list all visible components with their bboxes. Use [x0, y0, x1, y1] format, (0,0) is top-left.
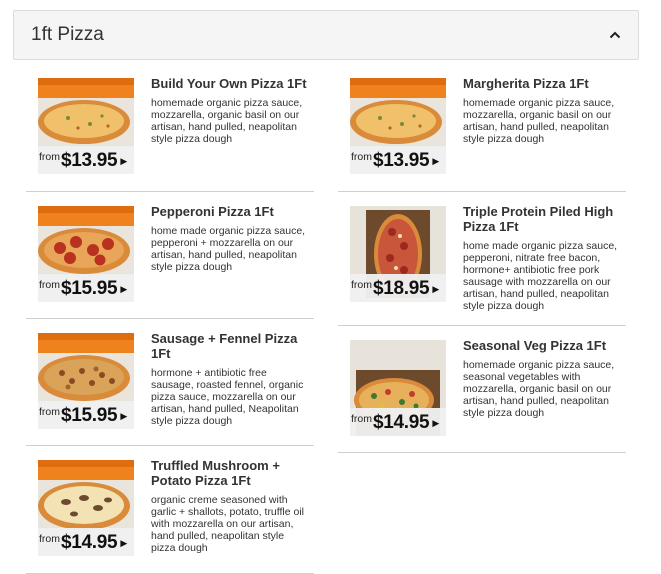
menu-column-left: from $13.95 ▶ Build Your Own Pizza 1Ft h…	[26, 64, 314, 574]
caret-right-icon: ▶	[432, 156, 440, 166]
caret-right-icon: ▶	[432, 284, 440, 294]
menu-item-name[interactable]: Triple Protein Piled High Pizza 1Ft	[463, 204, 623, 234]
menu-item-name[interactable]: Build Your Own Pizza 1Ft	[151, 76, 311, 91]
menu-item-info: Build Your Own Pizza 1Ft homemade organi…	[151, 76, 311, 145]
menu-item-description: homemade organic pizza sauce, mozzarella…	[463, 97, 615, 145]
price-value: $14.95	[373, 412, 430, 433]
menu-item-description: organic creme seasoned with garlic + sha…	[151, 494, 305, 554]
price-value: $15.95	[61, 405, 118, 426]
menu-item-name[interactable]: Seasonal Veg Pizza 1Ft	[463, 338, 623, 353]
chevron-up-icon[interactable]	[608, 28, 622, 42]
price-from-label: from	[351, 412, 372, 425]
price-value: $13.95	[373, 150, 430, 171]
menu-item-pepperoni-pizza-1ft[interactable]: from $15.95 ▶ Pepperoni Pizza 1Ft home m…	[26, 192, 314, 319]
menu-item-build-your-own-pizza-1ft[interactable]: from $13.95 ▶ Build Your Own Pizza 1Ft h…	[26, 64, 314, 192]
section-title: 1ft Pizza	[31, 24, 104, 45]
menu-item-name[interactable]: Truffled Mushroom + Potato Pizza 1Ft	[151, 458, 311, 488]
menu-item-description: home made organic pizza sauce, pepperoni…	[463, 240, 618, 312]
menu-item-seasonal-veg-pizza-1ft[interactable]: from $14.95 ▶ Seasonal Veg Pizza 1Ft hom…	[338, 326, 626, 453]
menu-item-margherita-pizza-1ft[interactable]: from $13.95 ▶ Margherita Pizza 1Ft homem…	[338, 64, 626, 192]
price-value: $18.95	[373, 278, 430, 299]
section-header-1ft-pizza[interactable]: 1ft Pizza	[13, 10, 639, 60]
menu-item-info: Triple Protein Piled High Pizza 1Ft home…	[463, 204, 623, 312]
price-from-label: from	[351, 278, 372, 291]
menu-item-info: Seasonal Veg Pizza 1Ft homemade organic …	[463, 338, 623, 419]
menu-item-info: Truffled Mushroom + Potato Pizza 1Ft org…	[151, 458, 311, 554]
menu-item-sausage-fennel-pizza-1ft[interactable]: from $15.95 ▶ Sausage + Fennel Pizza 1Ft…	[26, 319, 314, 446]
price-tag[interactable]: from $14.95 ▶	[38, 528, 134, 556]
price-tag[interactable]: from $13.95 ▶	[38, 146, 134, 174]
price-value: $13.95	[61, 150, 118, 171]
menu-item-name[interactable]: Margherita Pizza 1Ft	[463, 76, 623, 91]
menu-item-description: hormone + antibiotic free sausage, roast…	[151, 367, 304, 427]
menu-item-name[interactable]: Pepperoni Pizza 1Ft	[151, 204, 311, 219]
menu-item-description: homemade organic pizza sauce, seasonal v…	[463, 359, 615, 419]
price-tag[interactable]: from $15.95 ▶	[38, 274, 134, 302]
price-from-label: from	[39, 532, 60, 545]
price-value: $14.95	[61, 532, 118, 553]
menu-column-right: from $13.95 ▶ Margherita Pizza 1Ft homem…	[338, 64, 626, 453]
menu-item-description: home made organic pizza sauce, pepperoni…	[151, 225, 306, 273]
menu-item-info: Pepperoni Pizza 1Ft home made organic pi…	[151, 204, 311, 273]
caret-right-icon: ▶	[120, 411, 128, 421]
price-tag[interactable]: from $18.95 ▶	[350, 274, 446, 302]
caret-right-icon: ▶	[432, 418, 440, 428]
caret-right-icon: ▶	[120, 284, 128, 294]
caret-right-icon: ▶	[120, 538, 128, 548]
menu-item-name[interactable]: Sausage + Fennel Pizza 1Ft	[151, 331, 311, 361]
menu-item-info: Sausage + Fennel Pizza 1Ft hormone + ant…	[151, 331, 311, 427]
price-value: $15.95	[61, 278, 118, 299]
price-from-label: from	[39, 405, 60, 418]
menu-item-info: Margherita Pizza 1Ft homemade organic pi…	[463, 76, 623, 145]
menu-item-description: homemade organic pizza sauce, mozzarella…	[151, 97, 303, 145]
price-tag[interactable]: from $15.95 ▶	[38, 401, 134, 429]
menu-item-truffled-mushroom-potato-pizza-1ft[interactable]: from $14.95 ▶ Truffled Mushroom + Potato…	[26, 446, 314, 574]
price-tag[interactable]: from $13.95 ▶	[350, 146, 446, 174]
price-tag[interactable]: from $14.95 ▶	[350, 408, 446, 436]
price-from-label: from	[39, 278, 60, 291]
menu-item-triple-protein-piled-high-pizza-1ft[interactable]: from $18.95 ▶ Triple Protein Piled High …	[338, 192, 626, 326]
caret-right-icon: ▶	[120, 156, 128, 166]
price-from-label: from	[351, 150, 372, 163]
price-from-label: from	[39, 150, 60, 163]
